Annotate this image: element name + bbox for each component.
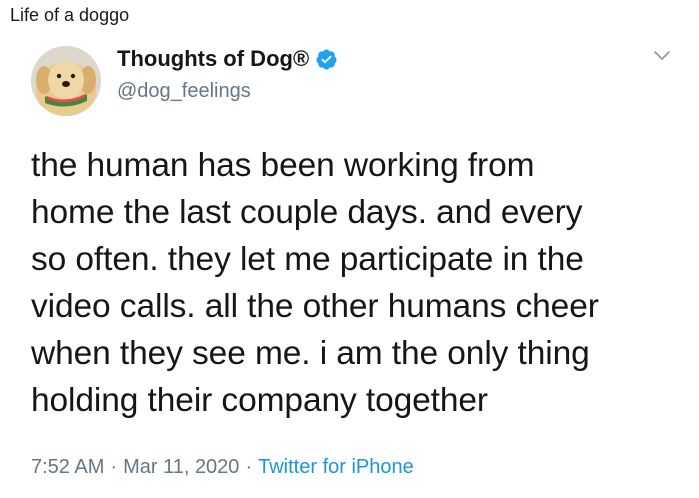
post-title: Life of a doggo (10, 5, 130, 25)
tweet-time[interactable]: 7:52 AM (31, 456, 104, 478)
meta-separator: · (110, 456, 118, 478)
tweet-card[interactable]: Thoughts of Dog® @dog_feelings the human… (0, 30, 699, 498)
tweet-date[interactable]: Mar 11, 2020 (123, 456, 239, 478)
handle[interactable]: @dog_feelings (117, 78, 251, 104)
chevron-down-icon[interactable] (652, 46, 672, 66)
display-name-row[interactable]: Thoughts of Dog® (117, 44, 338, 74)
display-name[interactable]: Thoughts of Dog® (117, 45, 309, 73)
tweet-source-link[interactable]: Twitter for iPhone (258, 456, 414, 478)
verified-badge-icon (316, 48, 337, 70)
meta-separator: · (245, 456, 253, 478)
avatar[interactable] (31, 46, 101, 116)
dog-avatar-icon (31, 46, 101, 116)
tweet-text: the human has been working from home the… (31, 147, 599, 419)
tweet-meta: 7:52 AM · Mar 11, 2020 · Twitter for iPhone (31, 454, 414, 480)
